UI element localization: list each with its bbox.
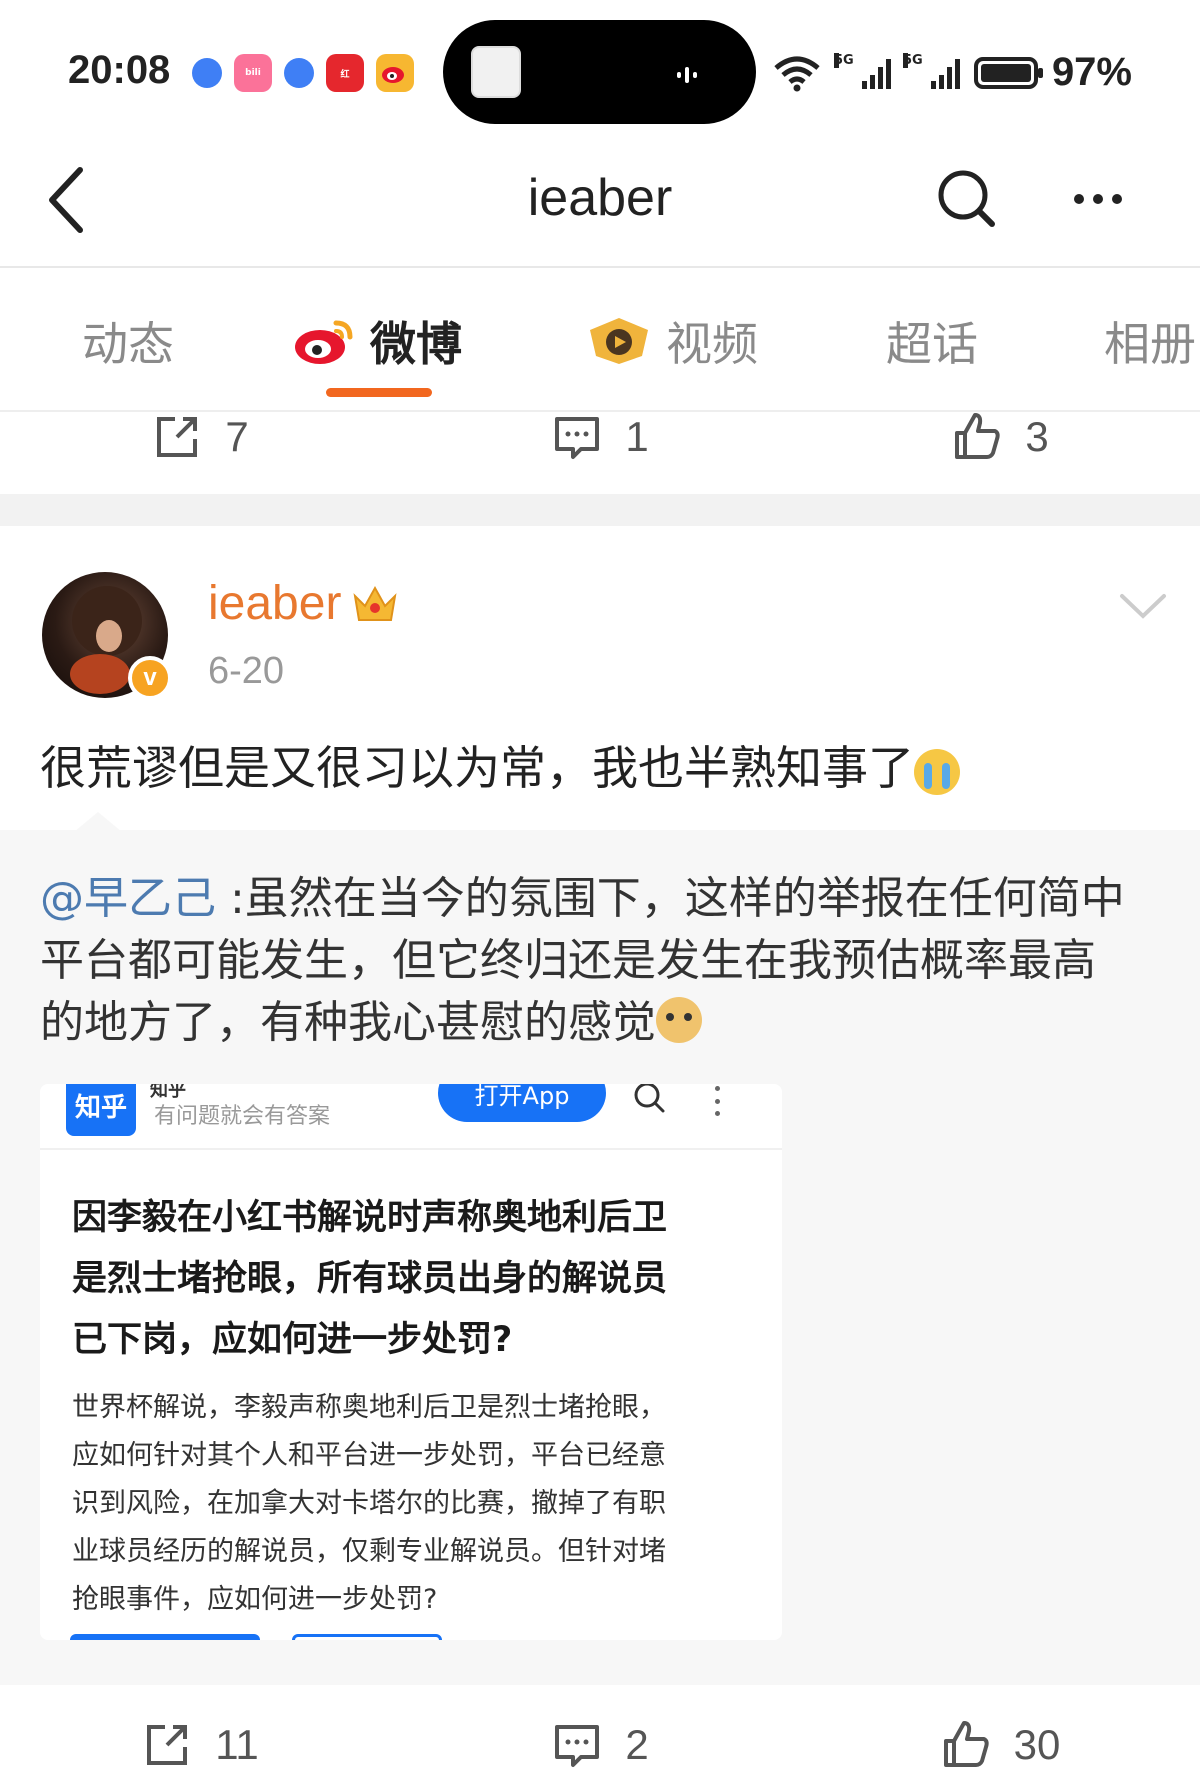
answer-button [70, 1634, 260, 1640]
post-actions: 11 2 30 [0, 1700, 1200, 1783]
previous-post-actions: 7 1 3 [0, 392, 1200, 482]
xiaohongshu-icon: 红 [326, 54, 364, 92]
video-badge-icon [590, 318, 648, 364]
compass-icon [284, 58, 314, 88]
signal-icon-1: 5G [833, 52, 891, 89]
more-options-icon [712, 1086, 722, 1116]
tab-label: 超话 [886, 317, 978, 371]
chevron-down-icon[interactable] [1118, 586, 1168, 626]
battery-percent: 97% [1051, 50, 1132, 94]
like-count: 30 [1013, 1721, 1061, 1768]
crying-emoji-icon [914, 748, 960, 795]
tab-label: 微博 [370, 317, 462, 371]
repost-text-line: 的地方了，有种我心甚慰的感觉 [40, 997, 656, 1048]
repost-button[interactable]: 7 [0, 392, 400, 482]
tab-dynamics[interactable]: 动态 [82, 308, 174, 374]
zhihu-logo: 知乎 [66, 1084, 136, 1136]
share-icon [157, 417, 198, 457]
repost-text-line: :虽然在当今的氛围下，这样的举报在任何简中 [216, 873, 1125, 924]
thumbs-up-icon [943, 1721, 989, 1767]
question-body-line: 应如何针对其个人和平台进一步处罚，平台已经意 [72, 1440, 666, 1471]
comment-icon [555, 1725, 600, 1767]
audio-wave-icon [677, 64, 707, 84]
username-text: ieaber [208, 577, 342, 630]
comment-count: 2 [625, 1721, 649, 1768]
compass-icon [192, 58, 222, 88]
post-separator [0, 494, 1200, 526]
like-button[interactable]: 30 [800, 1700, 1200, 1783]
navbar: ieaber [0, 140, 1200, 268]
embedded-screenshot[interactable]: 知乎 知乎 有问题就会有答案 打开App 因李毅在小红书解说时声称奥地利后卫 是… [40, 1084, 782, 1640]
tab-video[interactable]: 视频 [586, 308, 758, 374]
repost-text: @早乙己 :虽然在当今的氛围下，这样的举报在任何简中 平台都可能发生，但它终归还… [40, 868, 1170, 1054]
question-body-line: 业球员经历的解说员，仅剩专业解说员。但针对堵 [72, 1536, 666, 1567]
repost-count: 7 [225, 413, 249, 460]
page-title: ieaber [527, 169, 673, 227]
repost-count: 11 [215, 1721, 259, 1768]
tab-album[interactable]: 相册 [1104, 308, 1196, 374]
question-title-line: 因李毅在小红书解说时声称奥地利后卫 [72, 1198, 668, 1238]
weibo-logo-icon [295, 320, 353, 364]
more-options-icon[interactable] [1060, 164, 1136, 234]
weibo-icon [376, 54, 414, 92]
comment-button[interactable]: 1 [400, 392, 800, 482]
post-text-content: 很荒谬但是又很习以为常，我也半熟知事了 [40, 741, 914, 795]
follow-button [292, 1634, 442, 1640]
tab-label: 动态 [82, 317, 174, 371]
system-status-icons: 5G 5G 97% [772, 50, 1132, 95]
repost-pointer [74, 812, 122, 832]
question-title-line: 是烈士堵抢眼，所有球员出身的解说员 [72, 1259, 668, 1299]
status-time: 20:08 [68, 48, 171, 92]
question-title: 因李毅在小红书解说时声称奥地利后卫 是烈士堵抢眼，所有球员出身的解说员 已下岗，… [72, 1188, 752, 1371]
doge-emoji-icon [656, 997, 702, 1043]
search-icon[interactable] [932, 164, 1002, 234]
zhihu-slogan: 有问题就会有答案 [154, 1104, 331, 1129]
post-date: 6-20 [208, 650, 285, 692]
bilibili-icon: bili [234, 54, 272, 92]
battery-icon [973, 56, 1043, 89]
status-bar: 20:08 bili 红 5G 5G 97% [0, 0, 1200, 140]
notification-icons: bili 红 [192, 54, 414, 92]
question-body-line: 抢眼事件，应如何进一步处罚? [72, 1584, 438, 1615]
zhihu-header: 知乎 知乎 有问题就会有答案 打开App [40, 1084, 782, 1150]
tab-super-topic[interactable]: 超话 [886, 308, 978, 374]
question-body-line: 世界杯解说，李毅声称奥地利后卫是烈士堵抢眼， [72, 1392, 666, 1423]
tab-weibo[interactable]: 微博 [292, 308, 462, 374]
signal-icon-2: 5G [902, 52, 960, 89]
comment-count: 1 [625, 413, 649, 460]
like-button[interactable]: 3 [800, 392, 1200, 482]
tab-label: 视频 [666, 317, 758, 371]
like-count: 3 [1025, 413, 1049, 460]
question-body-line: 识到风险，在加拿大对卡塔尔的比赛，撤掉了有职 [72, 1488, 666, 1519]
tab-label: 相册 [1104, 317, 1196, 371]
wifi-icon [774, 56, 820, 91]
crown-icon [353, 585, 397, 621]
dynamic-island[interactable] [443, 20, 756, 124]
post-username[interactable]: ieaber [208, 576, 399, 631]
verified-badge: v [128, 656, 172, 700]
island-thumbnail [471, 46, 521, 98]
thumbs-up-icon [955, 413, 1000, 459]
comment-button[interactable]: 2 [400, 1700, 800, 1783]
comment-icon [555, 417, 600, 459]
share-icon [147, 1725, 188, 1765]
mention-link[interactable]: @早乙己 [40, 873, 216, 924]
post-text: 很荒谬但是又很习以为常，我也半熟知事了 [40, 732, 960, 798]
repost-text-line: 平台都可能发生，但它终归还是发生在我预估概率最高 [40, 935, 1096, 986]
question-body: 世界杯解说，李毅声称奥地利后卫是烈士堵抢眼， 应如何针对其个人和平台进一步处罚，… [72, 1384, 752, 1624]
open-app-button: 打开App [438, 1084, 606, 1122]
repost-button[interactable]: 11 [0, 1700, 400, 1783]
search-icon [634, 1084, 665, 1113]
profile-tabs: 动态 微博 视频 超话 相册 [0, 270, 1200, 412]
question-title-line: 已下岗，应如何进一步处罚? [72, 1320, 513, 1360]
